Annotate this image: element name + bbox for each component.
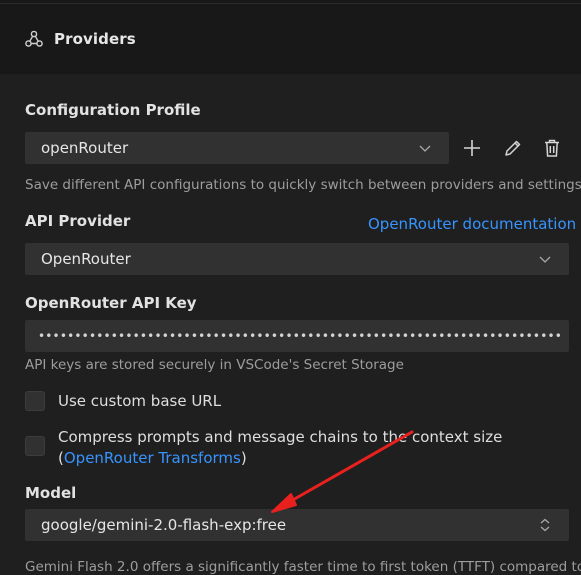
model-value: google/gemini-2.0-flash-exp:free	[41, 516, 287, 534]
chevron-down-icon	[537, 251, 553, 267]
config-profile-value: openRouter	[41, 139, 129, 157]
custom-base-url-label[interactable]: Use custom base URL	[58, 391, 221, 412]
chevron-up-down-icon	[537, 517, 553, 533]
openrouter-transforms-link[interactable]: OpenRouter Transforms	[64, 449, 241, 467]
config-profile-label: Configuration Profile	[25, 101, 201, 119]
config-profile-description: Save different API configurations to qui…	[25, 177, 581, 193]
page-title: Providers	[54, 30, 136, 48]
openrouter-documentation-link[interactable]: OpenRouter documentation	[368, 215, 576, 233]
custom-base-url-checkbox[interactable]	[25, 391, 45, 411]
model-label: Model	[25, 484, 77, 502]
close-paren: )	[240, 449, 247, 467]
api-key-label: OpenRouter API Key	[25, 294, 197, 312]
api-provider-label: API Provider	[25, 212, 131, 230]
config-profile-select[interactable]: openRouter	[25, 132, 449, 164]
providers-webhook-icon	[24, 29, 44, 49]
model-description: Gemini Flash 2.0 offers a significantly …	[25, 559, 581, 575]
compress-prompts-label[interactable]: Compress prompts and message chains to t…	[58, 427, 502, 469]
edit-icon[interactable]	[502, 137, 524, 159]
providers-header: Providers	[0, 4, 581, 74]
compress-prompts-subtext: (OpenRouter Transforms)	[58, 448, 502, 469]
providers-settings-panel: Configuration Profile openRouter Save di…	[0, 74, 581, 575]
api-key-description: API keys are stored securely in VSCode's…	[25, 357, 404, 373]
compress-prompts-text: Compress prompts and message chains to t…	[58, 428, 503, 446]
api-provider-value: OpenRouter	[41, 250, 131, 268]
api-key-input[interactable]: ••••••••••••••••••••••••••••••••••••••••…	[25, 320, 569, 352]
compress-prompts-checkbox[interactable]	[25, 436, 45, 456]
api-provider-select[interactable]: OpenRouter	[25, 243, 569, 275]
chevron-down-icon	[417, 140, 433, 156]
delete-icon[interactable]	[541, 137, 563, 159]
model-select[interactable]: google/gemini-2.0-flash-exp:free	[25, 509, 569, 541]
add-icon[interactable]	[461, 137, 483, 159]
